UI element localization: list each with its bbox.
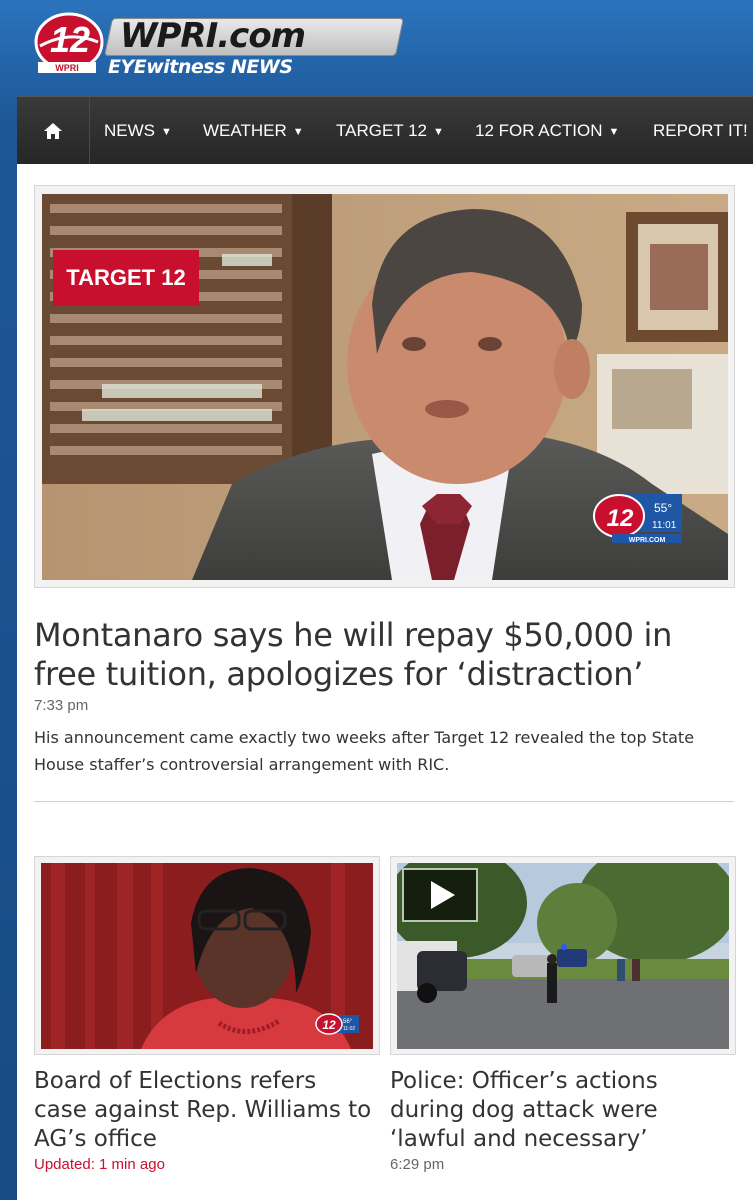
site-tagline: EYEwitness NEWS (108, 56, 293, 78)
nav-item-label: 12 FOR ACTION (475, 121, 603, 140)
channel-12-logo-graphic: 12 WPRI (34, 12, 104, 73)
story-card-updated: Updated: 1 min ago (34, 1156, 165, 1173)
story-card-photo: 12 56° 11:02 (41, 863, 373, 1049)
story-card-photo-graphic: 12 56° 11:02 (41, 863, 373, 1049)
hero-story[interactable]: 12 55° 11:01 WPRI.COM TARGET 12 (34, 185, 735, 588)
nav-item-label: TARGET 12 (336, 121, 428, 140)
nav-item-label: REPORT IT! (653, 121, 748, 140)
nav-item-weather[interactable]: WEATHER ▼ (203, 97, 304, 165)
story-card-thumbnail[interactable]: 12 56° 11:02 (34, 856, 380, 1055)
story-card-photo (397, 863, 729, 1049)
story-card[interactable]: 12 56° 11:02 Board of Elections refers c… (34, 856, 380, 1173)
story-card-title[interactable]: Police: Officer’s actions during dog att… (390, 1067, 730, 1154)
category-tag-target-12[interactable]: TARGET 12 (53, 250, 199, 306)
play-button[interactable] (402, 868, 478, 922)
site-name[interactable]: WPRI.com (120, 16, 400, 56)
nav-item-news[interactable]: NEWS ▼ (104, 97, 172, 165)
bug-clock: 11:01 (652, 520, 677, 531)
section-divider (34, 801, 734, 802)
hero-summary: His announcement came exactly two weeks … (34, 728, 695, 774)
bug-site: WPRI.COM (629, 537, 666, 544)
home-button[interactable] (17, 97, 90, 165)
channel-number: 12 (50, 19, 90, 60)
nav-item-12-for-action[interactable]: 12 FOR ACTION ▼ (475, 97, 619, 165)
bug-temp: 55° (654, 501, 672, 515)
badge-text: WPRI (55, 63, 79, 73)
nav-item-target-12[interactable]: TARGET 12 ▼ (336, 97, 444, 165)
bug-temp: 56° (343, 1019, 353, 1025)
channel-12-logo[interactable]: 12 WPRI (34, 12, 104, 74)
hero-timestamp: 7:33 pm (34, 697, 89, 714)
caret-down-icon: ▼ (608, 126, 620, 138)
main-content: 12 55° 11:01 WPRI.COM TARGET 12 Montanar… (17, 164, 753, 1200)
nav-item-label: WEATHER (203, 121, 287, 140)
bug-channel: 12 (607, 505, 634, 532)
story-card[interactable]: Police: Officer’s actions during dog att… (390, 856, 736, 1173)
masthead: 12 WPRI WPRI.com EYEwitness NEWS (0, 0, 753, 96)
caret-down-icon: ▼ (161, 126, 172, 138)
story-card-photo-graphic (397, 863, 729, 1049)
nav-item-label: NEWS (104, 121, 155, 140)
hero-headline[interactable]: Montanaro says he will repay $50,000 in … (34, 616, 734, 694)
caret-down-icon: ▼ (292, 126, 304, 138)
story-card-timestamp: 6:29 pm (390, 1156, 445, 1173)
caret-down-icon: ▼ (433, 126, 444, 138)
bug-channel: 12 (322, 1018, 336, 1032)
story-card-title[interactable]: Board of Elections refers case against R… (34, 1067, 374, 1154)
story-card-thumbnail[interactable] (390, 856, 736, 1055)
left-background-rail (0, 0, 17, 1200)
main-navigation: NEWS ▼ WEATHER ▼ TARGET 12 ▼ 12 FOR ACTION ▼… (17, 96, 753, 165)
bug-clock: 11:02 (343, 1026, 355, 1032)
home-icon (44, 123, 62, 139)
nav-item-report-it[interactable]: REPORT IT! (653, 97, 748, 165)
